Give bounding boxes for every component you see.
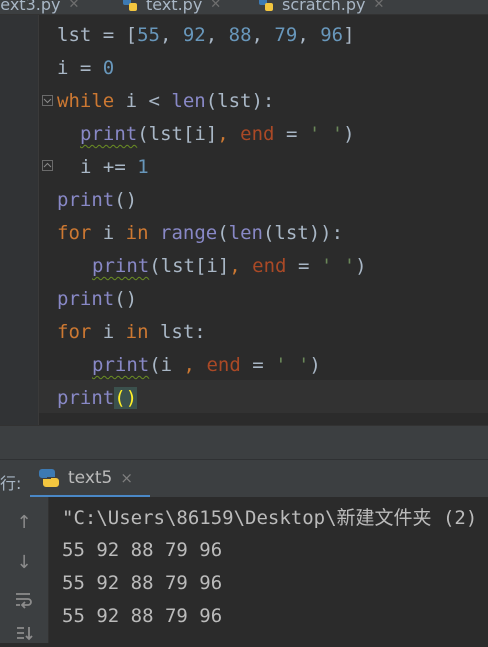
code-line-12: print() xyxy=(57,387,138,409)
editor-tab-scratch[interactable]: scratch.py ✕ xyxy=(258,0,384,14)
close-icon[interactable]: ✕ xyxy=(373,0,384,12)
editor-tab-label: scratch.py xyxy=(282,0,366,14)
code-editor[interactable]: lst = [55, 92, 88, 79, 96] i = 0 while i… xyxy=(0,15,488,425)
run-label: 行: xyxy=(0,474,22,493)
run-tool-window-header: 行: text5 × xyxy=(0,459,488,498)
code-line-10: for i in lst: xyxy=(57,321,206,343)
close-icon[interactable]: ✕ xyxy=(68,0,79,12)
python-file-icon xyxy=(258,0,274,12)
python-run-icon xyxy=(38,467,60,489)
gutter-divider xyxy=(38,15,39,425)
code-line-6: print() xyxy=(57,189,138,211)
code-line-7: for i in range(len(lst)): xyxy=(57,222,344,244)
soft-wrap-icon[interactable] xyxy=(11,587,37,613)
console-output-line: 55 92 88 79 96 xyxy=(62,539,223,561)
code-line-11: print(i , end = ' ') xyxy=(92,354,321,376)
editor-tab-text3[interactable]: text3.py ✕ xyxy=(0,0,79,14)
close-icon[interactable]: × xyxy=(120,469,133,487)
arrow-down-icon[interactable]: ↓ xyxy=(11,549,37,575)
run-tab-label: text5 xyxy=(68,467,113,488)
editor-gutter[interactable] xyxy=(0,15,38,425)
code-line-8: print(lst[i], end = ' ') xyxy=(92,255,367,277)
arrow-up-icon[interactable]: ↑ xyxy=(11,509,37,535)
code-line-4: print(lst[i], end = ' ') xyxy=(80,123,355,145)
run-console[interactable]: ↑ ↓ "C:\Users\86159\Desktop\新建文件夹 (2) 55… xyxy=(0,497,488,643)
console-output-line: 55 92 88 79 96 xyxy=(62,572,223,594)
fold-marker-icon[interactable] xyxy=(42,95,53,106)
editor-tab-label: text3.py xyxy=(0,0,61,14)
code-line-9: print() xyxy=(57,288,138,310)
code-line-5: i += 1 xyxy=(80,156,149,178)
close-icon[interactable]: ✕ xyxy=(210,0,221,12)
editor-tab-label: text.py xyxy=(146,0,203,14)
editor-tab-bar: text3.py ✕ text.py ✕ scratch.py ✕ xyxy=(0,0,488,15)
code-line-2: i = 0 xyxy=(57,57,115,79)
console-output-line: 55 92 88 79 96 xyxy=(62,605,223,627)
console-toolbar: ↑ ↓ xyxy=(0,497,49,643)
python-file-icon xyxy=(122,0,138,12)
scroll-to-end-icon[interactable] xyxy=(11,621,37,647)
console-command-line: "C:\Users\86159\Desktop\新建文件夹 (2) xyxy=(62,507,478,529)
code-line-3: while i < len(lst): xyxy=(57,90,275,112)
tool-window-splitter[interactable] xyxy=(0,425,488,460)
fold-end-marker-icon[interactable] xyxy=(42,160,53,171)
code-line-1: lst = [55, 92, 88, 79, 96] xyxy=(57,24,355,46)
editor-tab-text[interactable]: text.py ✕ xyxy=(122,0,221,14)
run-tab-text5[interactable]: text5 × xyxy=(30,460,150,498)
